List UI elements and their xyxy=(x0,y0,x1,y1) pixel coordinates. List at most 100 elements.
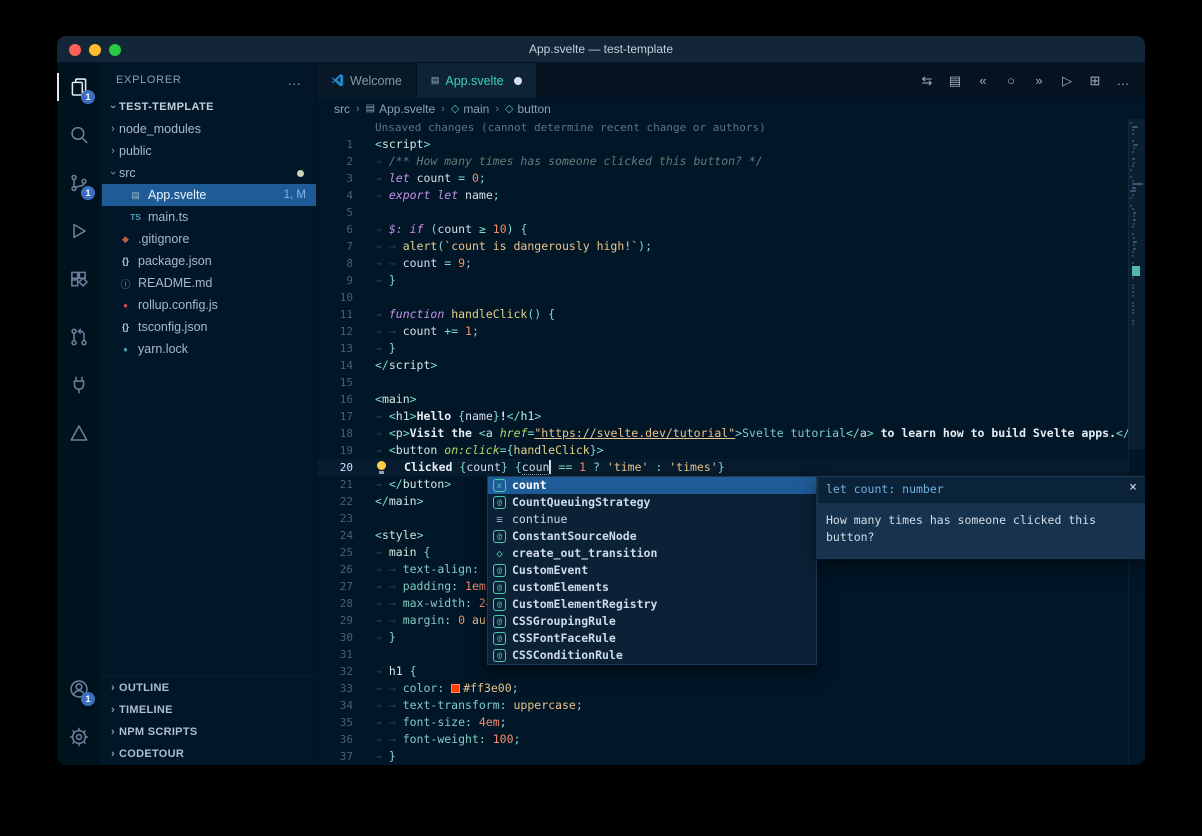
file-row-rollup-config-js[interactable]: ●rollup.config.js xyxy=(102,294,316,316)
code-line[interactable]: 10 xyxy=(317,289,1145,306)
compare-changes-icon[interactable]: ⇆ xyxy=(915,73,939,89)
code-line[interactable]: 18→ <p>Visit the <a href="https://svelte… xyxy=(317,425,1145,442)
file-row-gitignore[interactable]: ◆.gitignore xyxy=(102,228,316,250)
tab-welcome[interactable]: Welcome xyxy=(317,63,417,98)
panel-npm-scripts[interactable]: ›NPM SCRIPTS xyxy=(102,721,316,743)
extensions-icon[interactable] xyxy=(57,255,101,303)
code-line[interactable]: 34→ → text-transform: uppercase; xyxy=(317,697,1145,714)
unsaved-dot-icon[interactable] xyxy=(514,77,522,85)
suggestion-item[interactable]: @CustomElementRegistry xyxy=(488,596,816,613)
remote-explorer-icon[interactable] xyxy=(57,361,101,409)
code-line[interactable]: 19→ <button on:click={handleClick}> xyxy=(317,442,1145,459)
source-control-icon[interactable]: 1 xyxy=(57,159,101,207)
project-section-header[interactable]: › TEST-TEMPLATE xyxy=(102,96,316,118)
file-row-package-json[interactable]: {}package.json xyxy=(102,250,316,272)
code-editor[interactable]: Unsaved changes (cannot determine recent… xyxy=(317,119,1145,765)
item-label: src xyxy=(119,166,136,180)
file-row-yarn-lock[interactable]: ●yarn.lock xyxy=(102,338,316,360)
code-line[interactable]: 11→ function handleClick() { xyxy=(317,306,1145,323)
suggestion-label: CSSGroupingRule xyxy=(512,613,616,630)
suggestion-item[interactable]: ◇create_out_transition xyxy=(488,545,816,562)
whitespace-tab-icon: → xyxy=(375,630,389,644)
lightbulb-icon[interactable] xyxy=(375,461,404,475)
more-actions-icon[interactable]: … xyxy=(1111,73,1135,88)
code-line[interactable]: 35→ → font-size: 4em; xyxy=(317,714,1145,731)
suggestion-item[interactable]: @CSSFontFaceRule xyxy=(488,630,816,647)
code-line[interactable]: 20Clicked {count} {coun == 1 ? 'time' : … xyxy=(317,459,1145,476)
file-row-readme-md[interactable]: ⓘREADME.md xyxy=(102,272,316,294)
close-icon[interactable]: × xyxy=(1129,481,1137,494)
code-line[interactable]: 5 xyxy=(317,204,1145,221)
close-button[interactable] xyxy=(69,44,81,56)
symbol-element-icon: ◇ xyxy=(451,102,459,115)
breadcrumb-separator: › xyxy=(356,103,360,115)
code-line[interactable]: 4→ export let name; xyxy=(317,187,1145,204)
tour-next-icon[interactable]: » xyxy=(1027,73,1051,88)
line-number: 22 xyxy=(317,493,353,510)
tour-record-icon[interactable]: ○ xyxy=(999,73,1023,88)
code-line[interactable]: 1<script> xyxy=(317,136,1145,153)
code-line[interactable]: 2→ /** How many times has someone clicke… xyxy=(317,153,1145,170)
chevron-down-icon: › xyxy=(107,101,119,113)
azure-icon[interactable] xyxy=(57,409,101,457)
code-line[interactable]: 6→ $: if (count ≥ 10) { xyxy=(317,221,1145,238)
breadcrumb: src›▤App.svelte›◇main›◇button xyxy=(317,98,1145,119)
split-editor-icon[interactable]: ⊞ xyxy=(1083,73,1107,89)
code-line[interactable]: 17→ <h1>Hello {name}!</h1> xyxy=(317,408,1145,425)
code-line[interactable]: 14</script> xyxy=(317,357,1145,374)
minimap-slider[interactable] xyxy=(1128,119,1145,449)
run-file-icon[interactable]: ▷ xyxy=(1055,73,1079,89)
code-line[interactable]: 37→ } xyxy=(317,748,1145,765)
suggestion-item[interactable]: @CSSGroupingRule xyxy=(488,613,816,630)
suggestion-item[interactable]: xcount xyxy=(488,477,816,494)
tour-previous-icon[interactable]: « xyxy=(971,73,995,88)
accounts-icon[interactable]: 1 xyxy=(57,665,101,713)
panel-outline[interactable]: ›OUTLINE xyxy=(102,677,316,699)
folder-row-src[interactable]: ›src xyxy=(102,162,316,184)
panel-codetour[interactable]: ›CODETOUR xyxy=(102,743,316,765)
search-icon[interactable] xyxy=(57,111,101,159)
file-row-app-svelte[interactable]: ▤App.svelte1, M xyxy=(102,184,316,206)
line-number: 4 xyxy=(317,187,353,204)
code-line[interactable]: 36→ → font-weight: 100; xyxy=(317,731,1145,748)
file-row-tsconfig-json[interactable]: {}tsconfig.json xyxy=(102,316,316,338)
folder-row-node-modules[interactable]: ›node_modules xyxy=(102,118,316,140)
minimize-button[interactable] xyxy=(89,44,101,56)
run-debug-icon[interactable] xyxy=(57,207,101,255)
suggestion-item[interactable]: ≡continue xyxy=(488,511,816,528)
suggestion-label: CountQueuingStrategy xyxy=(512,494,650,511)
suggestion-item[interactable]: @customElements xyxy=(488,579,816,596)
item-label: .gitignore xyxy=(138,232,189,246)
suggestion-item[interactable]: @CSSConditionRule xyxy=(488,647,816,664)
chevron-right-icon: › xyxy=(107,748,119,760)
open-preview-icon[interactable]: ▤ xyxy=(943,73,967,89)
code-line[interactable]: 16<main> xyxy=(317,391,1145,408)
more-actions-icon[interactable]: … xyxy=(287,72,302,88)
settings-gear-icon[interactable] xyxy=(57,713,101,761)
code-line[interactable]: 33→ → color: #ff3e00; xyxy=(317,680,1145,697)
suggestion-item[interactable]: @CountQueuingStrategy xyxy=(488,494,816,511)
breadcrumb-app-svelte[interactable]: ▤App.svelte xyxy=(366,102,436,116)
code-line[interactable]: 8→ → count = 9; xyxy=(317,255,1145,272)
tab-app-svelte[interactable]: ▤ App.svelte xyxy=(417,63,537,98)
explorer-icon[interactable]: 1 xyxy=(57,63,101,111)
code-line[interactable]: 3→ let count = 0; xyxy=(317,170,1145,187)
code-line[interactable]: 7→ → alert(`count is dangerously high!`)… xyxy=(317,238,1145,255)
zoom-button[interactable] xyxy=(109,44,121,56)
breadcrumb-main[interactable]: ◇main xyxy=(451,102,489,116)
code-line[interactable]: 13→ } xyxy=(317,340,1145,357)
github-pull-request-icon[interactable] xyxy=(57,313,101,361)
code-line[interactable]: 32→ h1 { xyxy=(317,663,1145,680)
suggestion-item[interactable]: @CustomEvent xyxy=(488,562,816,579)
whitespace-tab-icon: → xyxy=(375,664,389,678)
panel-timeline[interactable]: ›TIMELINE xyxy=(102,699,316,721)
breadcrumb-button[interactable]: ◇button xyxy=(505,102,551,116)
explorer-sidebar: EXPLORER … › TEST-TEMPLATE ›node_modules… xyxy=(102,63,317,765)
code-line[interactable]: 12→ → count += 1; xyxy=(317,323,1145,340)
folder-row-public[interactable]: ›public xyxy=(102,140,316,162)
file-row-main-ts[interactable]: TSmain.ts xyxy=(102,206,316,228)
breadcrumb-src[interactable]: src xyxy=(334,102,350,116)
suggestion-item[interactable]: @ConstantSourceNode xyxy=(488,528,816,545)
code-line[interactable]: 9→ } xyxy=(317,272,1145,289)
code-line[interactable]: 15 xyxy=(317,374,1145,391)
